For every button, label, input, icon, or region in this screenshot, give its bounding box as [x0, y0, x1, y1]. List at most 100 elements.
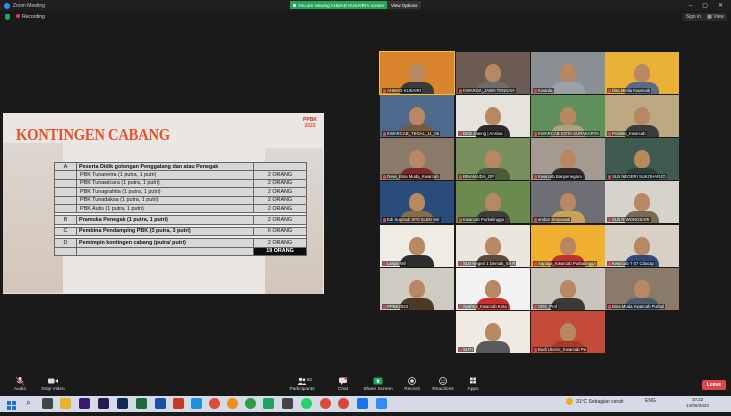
row-letter: D — [54, 238, 77, 248]
windows-start-icon[interactable] — [6, 398, 17, 410]
participant-tile[interactable]: Dita Meilia Kwarcab — [605, 52, 679, 94]
participant-tile[interactable]: Saptaja_Kwarcab Purbalingga — [531, 225, 605, 267]
participant-face — [485, 323, 501, 341]
participant-tile[interactable]: SUTI — [456, 311, 530, 353]
participant-tile[interactable]: Edi Supriadi SPd SLBN Wir — [380, 181, 454, 223]
language-indicator[interactable]: ENG — [645, 398, 656, 404]
participant-tile[interactable]: BINAMUDA_DP — [456, 138, 530, 180]
record-label: Record — [404, 387, 420, 392]
participant-tile[interactable]: KWARCAB KOTA SURAKARTA — [531, 95, 605, 137]
file-explorer-icon[interactable] — [60, 398, 71, 409]
recording-indicator[interactable]: Recording — [16, 14, 45, 20]
participant-name-text: SLB NEGERI SUKOHARJO — [612, 174, 666, 179]
participant-tile[interactable]: SDS_Prof — [531, 268, 605, 310]
app-icon[interactable] — [282, 398, 293, 409]
security-shield-icon[interactable] — [5, 14, 10, 20]
participant-tile[interactable]: ambar Setyowati — [531, 181, 605, 223]
participant-name-text: Edi Supriadi SPd SLBN Wir — [387, 217, 440, 222]
app-blue-icon[interactable] — [357, 398, 368, 409]
sheets-icon[interactable] — [263, 398, 274, 409]
participant-name-text: SLB N WONOSARI — [612, 217, 650, 222]
minimize-icon[interactable]: – — [689, 3, 692, 9]
participant-name: Kwarcab T 07 Cilacap — [607, 261, 655, 266]
view-options-button[interactable]: View Options — [386, 1, 422, 9]
participant-tile[interactable]: SLB N WONOSARI — [605, 181, 679, 223]
task-view-icon[interactable] — [42, 398, 53, 409]
after-effects-icon[interactable] — [98, 398, 109, 409]
chrome-profile-icon[interactable] — [320, 398, 331, 409]
muted-mic-icon — [608, 304, 611, 309]
clock[interactable]: 10:32 14/06/2023 — [686, 397, 709, 409]
firefox-icon[interactable] — [227, 398, 238, 409]
participant-name: Kwarda — [533, 88, 554, 93]
participant-face — [409, 237, 425, 255]
participant-tile[interactable]: KWARCAB_TEGAL_11_06 — [380, 95, 454, 137]
close-icon[interactable]: ✕ — [718, 2, 723, 9]
viewing-status: You are viewing AHMAD KUSAIRI's screen — [290, 1, 387, 9]
logo-year: 2023 — [304, 123, 316, 129]
stop-video-button[interactable]: Stop Video — [33, 377, 73, 392]
chrome-alt-icon[interactable] — [338, 398, 349, 409]
participant-tile[interactable]: Bina Muda Kwarcab Purbal — [605, 268, 679, 310]
participant-name: Lanjar Wil — [382, 261, 408, 266]
muted-mic-icon — [459, 174, 462, 179]
participant-face — [485, 280, 501, 298]
participant-tile[interactable]: Kwarcab T 07 Cilacap — [605, 225, 679, 267]
participant-face — [409, 64, 425, 82]
participant-name: Budi Utomo_Kwarcab Pe — [533, 347, 588, 352]
participant-tile[interactable]: KWARDA_JAWA TENGAH — [456, 52, 530, 94]
participant-body — [476, 341, 510, 353]
participant-tile[interactable]: Kwarda — [531, 52, 605, 94]
participant-tile[interactable]: Kwarcab Banjarnegara — [531, 138, 605, 180]
participant-tile[interactable]: AHMAD KUSAIRI — [379, 51, 455, 95]
maximize-icon[interactable]: ▢ — [702, 2, 708, 9]
leave-button[interactable]: Leave — [701, 380, 726, 390]
zoom-taskbar-icon[interactable] — [376, 398, 387, 409]
participant-name: Bina Muda Kwarcab Purbal — [607, 304, 666, 309]
participant-tile[interactable]: SLB Negeri 1 Demak_Sri R — [456, 225, 530, 267]
excel-icon[interactable] — [136, 398, 147, 409]
view-button[interactable]: ▦ View — [704, 13, 727, 21]
chrome-icon[interactable] — [209, 398, 220, 409]
participant-tile[interactable]: SLB NEGERI SUKOHARJO — [605, 138, 679, 180]
premiere-icon[interactable] — [79, 398, 90, 409]
participant-name: Syahrul_Kwarcab Kota — [458, 304, 508, 309]
meeting-info-bar: Recording — [0, 11, 731, 23]
record-icon — [408, 377, 416, 385]
participant-tile[interactable]: Lanjar Wil — [380, 225, 454, 267]
apps-button[interactable]: Apps — [453, 377, 493, 392]
word-icon[interactable] — [155, 398, 166, 409]
shared-screen-slide: KONTINGEN CABANG PPBK 2023 A Peserta Didi… — [3, 113, 324, 294]
zoom-logo-icon — [4, 2, 10, 9]
slide-title: KONTINGEN CABANG — [16, 125, 170, 144]
chat-button[interactable]: Chat — [323, 377, 363, 392]
powerpoint-icon[interactable] — [173, 398, 184, 409]
chrome-green-icon[interactable] — [245, 398, 256, 409]
muted-mic-icon — [534, 88, 537, 93]
row-letter: A — [54, 161, 77, 172]
participant-tile[interactable]: PPBK2023 — [380, 268, 454, 310]
participant-tile[interactable]: Syahrul_Kwarcab Kota — [456, 268, 530, 310]
whatsapp-icon[interactable] — [301, 398, 312, 409]
sign-in-button[interactable]: Sign in — [681, 13, 705, 21]
edge-icon[interactable] — [191, 398, 202, 409]
participants-button[interactable]: Participants — [282, 377, 322, 392]
participant-face — [634, 237, 650, 255]
participant-tile[interactable]: Budi Utomo_Kwarcab Pe — [531, 311, 605, 353]
row-description: PBK Tunawicara (1 putra, 1 putri) — [76, 178, 254, 189]
table-row: PBK Autis (1 putra, 1 putri) 2 ORANG — [54, 203, 307, 214]
row-quantity: 2 ORANG — [253, 238, 307, 248]
participant-tile[interactable]: Kwarcab Purbalingga — [456, 181, 530, 223]
row-description: PBK Tunadaksa (1 putra, 1 putri) — [76, 195, 254, 205]
weather-widget[interactable]: 31°C Sebagian cerah — [566, 398, 624, 405]
photoshop-icon[interactable] — [117, 398, 128, 409]
participant-tile[interactable]: Pratikto_Kwarcab — [605, 95, 679, 137]
muted-mic-icon — [459, 304, 462, 309]
reactions-label: Reactions — [432, 387, 454, 392]
muted-mic-icon — [383, 88, 386, 93]
participant-tile[interactable]: DKD Jateng | Annisa — [456, 95, 530, 137]
participant-tile[interactable]: Dewi_Bina Muda_Kwarcab — [380, 138, 454, 180]
total-value: 19 ORANG — [253, 246, 307, 256]
participant-name: Pratikto_Kwarcab — [607, 131, 647, 136]
search-icon[interactable]: ⌕ — [23, 398, 34, 409]
